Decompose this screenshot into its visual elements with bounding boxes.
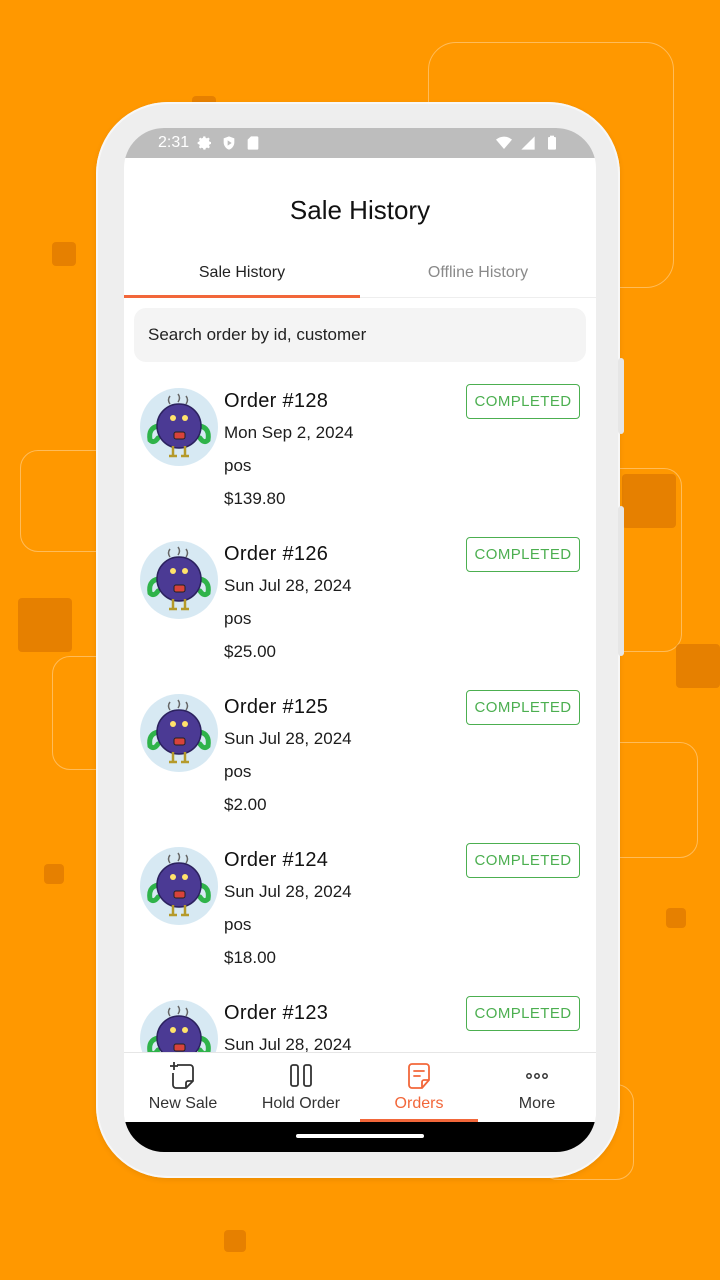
home-handle[interactable] <box>296 1134 424 1138</box>
status-bar: 2:31 <box>124 128 596 158</box>
history-tabs: Sale History Offline History <box>124 262 596 298</box>
nav-label: More <box>518 1095 556 1112</box>
avatar <box>140 1000 218 1052</box>
order-total: $18.00 <box>224 948 276 967</box>
order-date: Sun Jul 28, 2024 <box>224 576 352 595</box>
order-title: Order #124 <box>224 849 329 871</box>
background-square <box>44 864 64 884</box>
page-title: Sale History <box>289 194 431 225</box>
background-square <box>666 908 686 928</box>
order-row[interactable]: Order #124 Sun Jul 28, 2024 pos $18.00 C… <box>124 831 596 984</box>
avatar <box>140 388 218 466</box>
background-square <box>18 598 72 652</box>
nav-orders[interactable]: Orders <box>360 1053 478 1122</box>
status-badge: COMPLETED <box>466 843 580 878</box>
background-square <box>676 644 720 688</box>
volume-button <box>618 358 624 434</box>
order-date: Sun Jul 28, 2024 <box>224 729 352 748</box>
nav-label: New Sale <box>148 1095 218 1112</box>
order-title: Order #128 <box>224 390 329 412</box>
tab-offline-history[interactable]: Offline History <box>360 262 596 297</box>
nav-more[interactable]: More <box>478 1053 596 1122</box>
order-title: Order #126 <box>224 543 329 565</box>
order-list[interactable]: Order #128 Mon Sep 2, 2024 pos $139.80 C… <box>124 372 596 1052</box>
order-source: pos <box>224 915 252 934</box>
order-date: Sun Jul 28, 2024 <box>224 882 352 901</box>
settings-icon <box>197 136 212 150</box>
signal-icon <box>521 136 535 150</box>
avatar <box>140 694 218 772</box>
bottom-nav: New Sale Hold Order Orders More <box>124 1052 596 1122</box>
new-sale-icon <box>170 1062 194 1089</box>
avatar <box>140 847 218 925</box>
background-square <box>224 1230 246 1252</box>
order-source: pos <box>224 456 252 475</box>
tab-sale-history[interactable]: Sale History <box>124 262 360 298</box>
status-badge: COMPLETED <box>466 996 580 1031</box>
avatar <box>140 541 218 619</box>
order-date: Mon Sep 2, 2024 <box>224 423 354 442</box>
orders-icon <box>408 1063 430 1089</box>
sd-card-icon <box>247 136 259 150</box>
search-input[interactable]: Search order by id, customer <box>134 308 586 362</box>
battery-icon <box>548 135 556 150</box>
order-row[interactable]: Order #123 Sun Jul 28, 2024 COMPLETED <box>124 984 596 1052</box>
power-button <box>618 506 624 656</box>
order-total: $139.80 <box>224 489 286 508</box>
order-total: $25.00 <box>224 642 276 661</box>
more-icon <box>526 1073 548 1079</box>
phone-screen: 2:31 Sale History Sale History Offline H… <box>124 128 596 1152</box>
nav-hold-order[interactable]: Hold Order <box>242 1053 360 1122</box>
shield-icon <box>223 136 235 150</box>
nav-new-sale[interactable]: New Sale <box>124 1053 242 1122</box>
pause-icon <box>290 1064 312 1087</box>
order-row[interactable]: Order #126 Sun Jul 28, 2024 pos $25.00 C… <box>124 525 596 678</box>
nav-label: Hold Order <box>261 1095 341 1112</box>
wifi-icon <box>496 136 512 149</box>
status-badge: COMPLETED <box>466 384 580 419</box>
system-nav-bar <box>124 1122 596 1152</box>
order-title: Order #123 <box>224 1002 329 1024</box>
nav-label: Orders <box>394 1095 444 1112</box>
order-title: Order #125 <box>224 696 329 718</box>
status-time: 2:31 <box>158 134 190 151</box>
order-source: pos <box>224 762 252 781</box>
order-row[interactable]: Order #128 Mon Sep 2, 2024 pos $139.80 C… <box>124 372 596 525</box>
status-badge: COMPLETED <box>466 690 580 725</box>
order-date: Sun Jul 28, 2024 <box>224 1035 352 1052</box>
order-source: pos <box>224 609 252 628</box>
order-row[interactable]: Order #125 Sun Jul 28, 2024 pos $2.00 CO… <box>124 678 596 831</box>
status-badge: COMPLETED <box>466 537 580 572</box>
background-square <box>52 242 76 266</box>
background-square <box>622 474 676 528</box>
order-total: $2.00 <box>224 795 267 814</box>
